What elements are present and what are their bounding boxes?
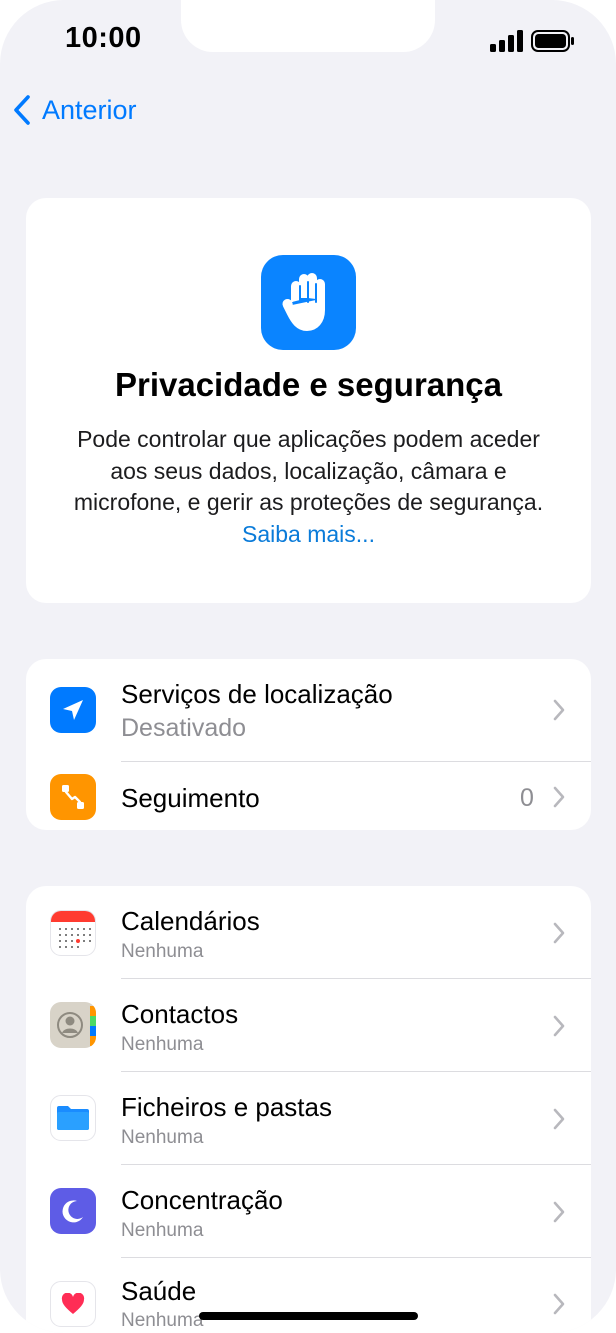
home-indicator[interactable]	[199, 1312, 418, 1320]
row-focus[interactable]: Concentração Nenhuma	[26, 1165, 591, 1257]
chevron-right-icon	[553, 786, 565, 808]
learn-more-link[interactable]: Saiba mais...	[242, 521, 375, 547]
chevron-right-icon	[553, 1201, 565, 1223]
description-text: Pode controlar que aplicações podem aced…	[73, 426, 544, 515]
chevron-right-icon	[553, 1108, 565, 1130]
tracking-icon	[50, 774, 96, 820]
notch	[181, 0, 435, 52]
row-title: Ficheiros e pastas	[121, 1092, 332, 1122]
apps-permission-group: Calendários Nenhuma Contactos Nenhuma Fi…	[26, 886, 591, 1333]
page-title: Privacidade e segurança	[114, 366, 503, 403]
heart-icon	[50, 1281, 96, 1327]
chevron-right-icon	[553, 1293, 565, 1315]
status-time: 10:00	[65, 22, 142, 54]
tracking-count: 0	[520, 784, 534, 812]
row-subtitle: Nenhuma	[121, 1127, 204, 1148]
cellular-signal-icon	[490, 30, 523, 52]
calendar-icon	[50, 910, 96, 956]
row-subtitle: Nenhuma	[121, 941, 204, 962]
row-title: Seguimento	[121, 783, 260, 813]
row-title: Calendários	[121, 906, 260, 936]
chevron-right-icon	[553, 922, 565, 944]
chevron-left-icon	[14, 95, 30, 125]
row-location-services[interactable]: Serviços de localização Desativado	[26, 659, 591, 761]
back-button[interactable]: Anterior	[12, 90, 137, 130]
battery-icon	[531, 30, 574, 52]
row-title: Serviços de localização	[121, 679, 393, 709]
row-subtitle: Desativado	[121, 714, 247, 742]
row-health[interactable]: Saúde Nenhuma	[26, 1258, 591, 1333]
chevron-right-icon	[553, 699, 565, 721]
row-subtitle: Nenhuma	[121, 1310, 204, 1331]
contacts-icon	[50, 1002, 96, 1048]
phone-screen: 10:00 Anterior Privacidade e segurança P…	[0, 0, 616, 1333]
location-arrow-icon	[50, 687, 96, 733]
back-label: Anterior	[42, 94, 137, 125]
page-description: Pode controlar que aplicações podem aced…	[66, 424, 551, 550]
folder-icon	[50, 1095, 96, 1141]
privacy-header-card: Privacidade e segurança Pode controlar q…	[26, 198, 591, 603]
row-title: Saúde	[121, 1276, 197, 1306]
row-tracking[interactable]: Seguimento 0	[26, 762, 591, 830]
location-group: Serviços de localização Desativado Segui…	[26, 659, 591, 830]
row-subtitle: Nenhuma	[121, 1034, 204, 1055]
hand-raised-icon	[261, 255, 356, 350]
row-title: Contactos	[121, 999, 239, 1029]
row-subtitle: Nenhuma	[121, 1220, 204, 1241]
moon-icon	[50, 1188, 96, 1234]
row-calendars[interactable]: Calendários Nenhuma	[26, 886, 591, 978]
row-contacts[interactable]: Contactos Nenhuma	[26, 979, 591, 1071]
row-files-and-folders[interactable]: Ficheiros e pastas Nenhuma	[26, 1072, 591, 1164]
chevron-right-icon	[553, 1015, 565, 1037]
row-title: Concentração	[121, 1185, 283, 1215]
